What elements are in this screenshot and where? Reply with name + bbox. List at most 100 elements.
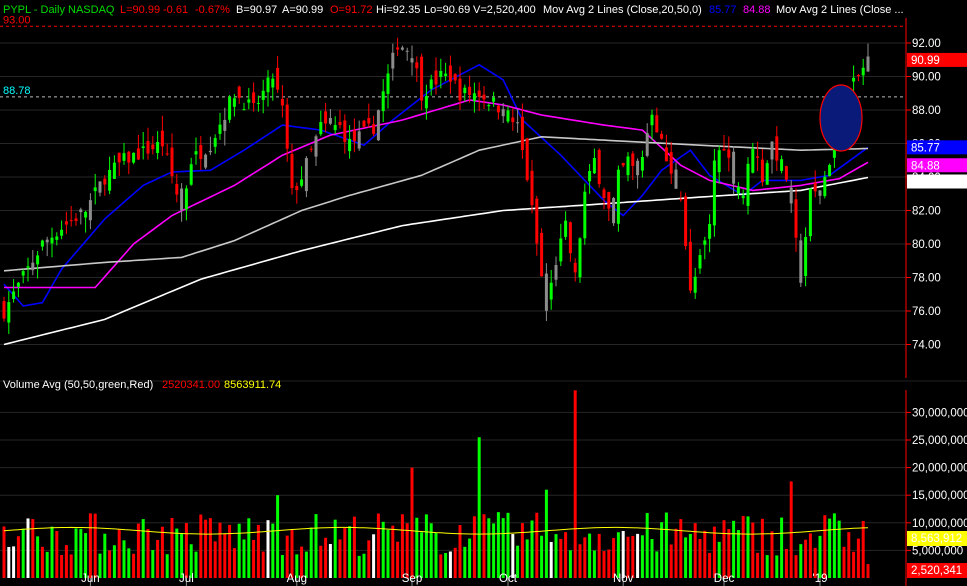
volume-bar — [88, 513, 92, 578]
volume-bar — [429, 523, 433, 578]
candle-body — [136, 148, 140, 160]
candle-body — [285, 104, 289, 149]
candle-body — [703, 240, 707, 245]
volume-bar — [362, 553, 366, 578]
stock-chart[interactable]: 93.0088.78 92.0090.0088.0086.0084.0082.0… — [0, 0, 967, 586]
volume-bar — [223, 533, 227, 578]
volume-bar — [132, 553, 136, 578]
volume-bar — [688, 533, 692, 578]
candle-body — [813, 182, 817, 192]
volume-bar — [794, 555, 798, 578]
volume-tick-label: 20,000,000 — [912, 463, 967, 475]
candle-body — [775, 136, 779, 161]
volume-bar — [780, 517, 784, 578]
price-tick-label: 82.00 — [912, 206, 941, 218]
volume-tick-label: 25,000,000 — [912, 435, 967, 447]
volume-bar — [396, 541, 400, 578]
volume-bar — [535, 512, 539, 578]
volume-bar — [204, 519, 208, 578]
candle-body — [261, 90, 265, 100]
volume-tag-label: 2,520,341 — [911, 565, 962, 577]
time-tick-label: Sep — [402, 573, 422, 585]
candle-body — [367, 118, 371, 124]
volume-bar — [237, 523, 241, 578]
candle-body — [712, 160, 716, 226]
price-axis: 92.0090.0088.0086.0084.0082.0080.0078.00… — [906, 38, 967, 352]
candle-body — [823, 176, 827, 197]
volume-bar — [31, 519, 35, 578]
candle-body — [448, 65, 452, 82]
candle-body — [554, 264, 558, 280]
volume-bar — [775, 555, 779, 578]
candle-body — [660, 133, 664, 139]
candle-body — [396, 47, 400, 50]
candle-body — [237, 86, 241, 98]
time-tick-label: Jun — [81, 573, 100, 585]
candle-body — [199, 145, 203, 160]
candle-body — [348, 138, 352, 152]
candle-body — [127, 151, 131, 163]
volume-bar — [487, 518, 491, 578]
candle-body — [516, 122, 520, 124]
volume-value: 2520341.00 — [162, 379, 220, 391]
volume-bar — [328, 543, 332, 578]
volume-readout: V=2,520,400 — [473, 4, 536, 16]
open-price: O=91.72 — [330, 4, 373, 16]
candle-body — [664, 147, 668, 162]
volume-bar — [847, 532, 851, 578]
volume-header: Volume Avg (50,50,green,Red) 2520341.00 … — [3, 379, 281, 391]
candle-body — [568, 222, 572, 254]
candle-body — [180, 188, 184, 211]
candle-body — [780, 159, 784, 171]
ma20-value: 85.77 — [709, 4, 737, 16]
price-tick-label: 80.00 — [912, 239, 941, 251]
candle-body — [156, 142, 160, 153]
candle-body — [60, 229, 64, 236]
ma50-value: 84.88 — [743, 4, 771, 16]
candle-body — [472, 93, 476, 101]
volume-bar — [477, 437, 481, 578]
candle-body — [501, 109, 505, 117]
candle-body — [26, 266, 30, 268]
volume-bar — [818, 535, 822, 578]
volume-bar — [319, 545, 323, 578]
volume-bar — [420, 532, 424, 578]
candle-body — [132, 152, 136, 163]
volume-bar — [7, 546, 11, 578]
volume-bar — [12, 546, 16, 578]
candle-body — [333, 125, 337, 131]
candle-body — [439, 70, 443, 77]
candle-body — [688, 241, 692, 291]
candle-body — [736, 186, 740, 194]
volume-bar — [410, 467, 414, 578]
volume-bar — [252, 539, 256, 578]
volume-bar — [712, 526, 716, 578]
volume-bar — [405, 523, 409, 578]
candle-body — [247, 99, 251, 103]
ma-label-1: Mov Avg 2 Lines (Close,20,50,0) — [543, 4, 702, 16]
candle-body — [784, 166, 788, 180]
chart-header: PYPL - Daily NASDAQ L=90.99 -0.61 -0.67%… — [3, 4, 904, 16]
candle-body — [597, 150, 601, 185]
volume-bar — [588, 533, 592, 578]
candle-body — [50, 237, 54, 244]
candle-body — [616, 169, 620, 224]
volume-bar — [655, 551, 659, 578]
volume-bar — [285, 535, 289, 578]
candle-body — [770, 141, 774, 160]
candle-body — [276, 67, 280, 90]
candle-body — [650, 114, 654, 126]
volume-tag-label: 8,563,912 — [911, 533, 962, 545]
time-tick-label: Dec — [714, 573, 735, 585]
volume-bar — [40, 546, 44, 578]
candle-body — [496, 105, 500, 113]
price-change: -0.61 — [163, 4, 188, 16]
volume-bar — [684, 537, 688, 578]
volume-bar — [808, 533, 812, 578]
volume-bar — [314, 514, 318, 578]
candle-body — [549, 282, 553, 300]
volume-bar — [804, 539, 808, 578]
candle-body — [290, 154, 294, 189]
volume-bar — [21, 528, 25, 578]
reference-line-label: 88.78 — [3, 85, 31, 97]
